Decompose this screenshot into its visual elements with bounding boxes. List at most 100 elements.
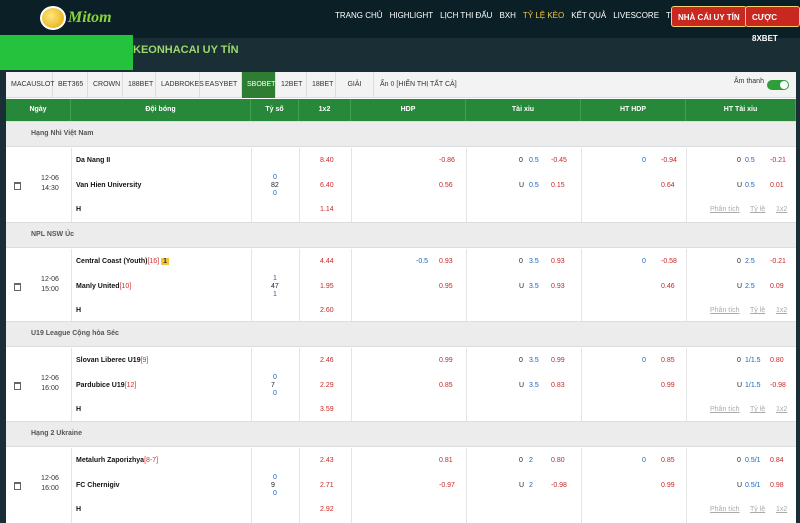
column-divider: [686, 249, 687, 324]
odds-1x2[interactable]: 8.40: [320, 157, 334, 164]
delete-icon[interactable]: [14, 482, 21, 490]
home-team[interactable]: Central Coast (Youth)[16] 1: [76, 258, 170, 265]
bookmaker-tab[interactable]: MACAUSLOT: [6, 72, 55, 98]
delete-icon[interactable]: [14, 182, 21, 190]
delete-icon[interactable]: [14, 382, 21, 390]
ou-odds[interactable]: 0.99: [551, 357, 565, 364]
match-footer-link[interactable]: Tỷ lệ: [750, 406, 765, 413]
column-divider: [251, 348, 252, 423]
column-divider: [686, 448, 687, 523]
nav-item[interactable]: TỶ LỆ KÈO: [523, 11, 564, 20]
ou-odds[interactable]: 0.15: [551, 182, 565, 189]
bet-8xbet-button[interactable]: CƯỢC 8XBET: [745, 6, 800, 43]
match-footer-link[interactable]: 1x2: [776, 307, 787, 314]
away-team[interactable]: FC Chernigiv: [76, 482, 120, 489]
match-footer-link[interactable]: Tỷ lệ: [750, 307, 765, 314]
nav-item[interactable]: LỊCH THI ĐẤU: [440, 11, 492, 20]
bookmaker-tab[interactable]: SBOBET: [242, 72, 276, 98]
odds-1x2[interactable]: 2.60: [320, 307, 334, 314]
bookmaker-tab[interactable]: 12BET: [276, 72, 307, 98]
odds-1x2[interactable]: 2.71: [320, 482, 334, 489]
site-logo[interactable]: Mitom: [40, 2, 122, 34]
hdp-odds[interactable]: 0.85: [439, 382, 453, 389]
ht-ou-odds[interactable]: -0.98: [770, 382, 786, 389]
match-footer-link[interactable]: Tỷ lệ: [750, 506, 765, 513]
odds-1x2[interactable]: 2.43: [320, 457, 334, 464]
ht-hdp-odds[interactable]: -0.58: [661, 258, 677, 265]
match-footer-link[interactable]: Tỷ lệ: [750, 206, 765, 213]
odds-1x2[interactable]: 1.14: [320, 206, 334, 213]
odds-1x2[interactable]: 6.40: [320, 182, 334, 189]
odds-1x2[interactable]: 2.92: [320, 506, 334, 513]
nav-item[interactable]: TRANG CHỦ: [335, 11, 383, 20]
odds-1x2[interactable]: 3.59: [320, 406, 334, 413]
ht-ou-odds[interactable]: 0.09: [770, 283, 784, 290]
match-footer-link[interactable]: 1x2: [776, 206, 787, 213]
away-team[interactable]: Manly United[10]: [76, 283, 131, 290]
hdp-odds[interactable]: 0.81: [439, 457, 453, 464]
ht-hdp-odds[interactable]: 0.99: [661, 482, 675, 489]
hdp-odds[interactable]: 0.99: [439, 357, 453, 364]
nav-item[interactable]: BXH: [499, 11, 515, 20]
ht-hdp-odds[interactable]: 0.85: [661, 357, 675, 364]
ht-hdp-odds[interactable]: 0.99: [661, 382, 675, 389]
ht-ou-odds[interactable]: 0.84: [770, 457, 784, 464]
red-card-badge: 1: [161, 258, 170, 265]
ht-ou-odds[interactable]: -0.21: [770, 157, 786, 164]
hdp-odds[interactable]: 0.93: [439, 258, 453, 265]
match-footer-link[interactable]: Phân tích: [710, 307, 740, 314]
ht-ou-odds[interactable]: 0.80: [770, 357, 784, 364]
match-footer-link[interactable]: 1x2: [776, 506, 787, 513]
hdp-odds[interactable]: 0.95: [439, 283, 453, 290]
nav-item[interactable]: HIGHLIGHT: [390, 11, 434, 20]
hdp-odds[interactable]: -0.86: [439, 157, 455, 164]
draw-label: H: [76, 406, 82, 413]
ou-odds[interactable]: -0.45: [551, 157, 567, 164]
ht-ou-odds[interactable]: -0.21: [770, 258, 786, 265]
bookmaker-tab[interactable]: 188BET: [123, 72, 156, 98]
bookmaker-tab[interactable]: LADBROKES: [156, 72, 204, 98]
bookmaker-tab[interactable]: GIẢI ĐẤU: [336, 72, 374, 114]
odds-1x2[interactable]: 4.44: [320, 258, 334, 265]
ou-odds[interactable]: -0.98: [551, 482, 567, 489]
nav-item[interactable]: LIVESCORE: [613, 11, 659, 20]
trusted-bookmaker-button[interactable]: NHÀ CÁI UY TÍN: [671, 6, 747, 27]
bookmaker-tab[interactable]: BET365: [53, 72, 88, 98]
score-away: 0: [273, 190, 277, 197]
match-footer-link[interactable]: 1x2: [776, 406, 787, 413]
match-date: 12-06: [41, 375, 59, 382]
sound-toggle[interactable]: [767, 80, 789, 90]
bookmaker-tab[interactable]: 18BET: [307, 72, 336, 98]
delete-icon[interactable]: [14, 283, 21, 291]
odds-1x2[interactable]: 2.29: [320, 382, 334, 389]
home-team[interactable]: Metalurh Zaporizhya[8-7]: [76, 457, 158, 464]
nav-item[interactable]: KẾT QUẢ: [571, 11, 606, 20]
hdp-odds[interactable]: 0.56: [439, 182, 453, 189]
show-all-link[interactable]: [HIỂN THỊ TẤT CẢ]: [396, 81, 456, 88]
match-footer-link[interactable]: Phân tích: [710, 206, 740, 213]
ht-ou-odds[interactable]: 0.98: [770, 482, 784, 489]
ht-hdp-odds[interactable]: 0.46: [661, 283, 675, 290]
ou-odds[interactable]: 0.80: [551, 457, 565, 464]
page-title: KEONHACAI UY TÍN: [133, 44, 239, 56]
hdp-odds[interactable]: -0.97: [439, 482, 455, 489]
ht-ou-odds[interactable]: 0.01: [770, 182, 784, 189]
column-divider: [686, 348, 687, 423]
ht-hdp-odds[interactable]: 0.64: [661, 182, 675, 189]
bookmaker-tab[interactable]: EASYBET: [200, 72, 242, 98]
home-team[interactable]: Da Nang II: [76, 157, 110, 164]
ou-odds[interactable]: 0.93: [551, 258, 565, 265]
score-home: 1: [273, 275, 277, 282]
match-footer-link[interactable]: Phân tích: [710, 506, 740, 513]
ht-hdp-odds[interactable]: 0.85: [661, 457, 675, 464]
away-team[interactable]: Pardubice U19[12]: [76, 382, 136, 389]
home-team[interactable]: Slovan Liberec U19[9]: [76, 357, 148, 364]
match-footer-link[interactable]: Phân tích: [710, 406, 740, 413]
bookmaker-tab[interactable]: CROWN: [88, 72, 123, 98]
away-team[interactable]: Van Hien University: [76, 182, 141, 189]
ou-odds[interactable]: 0.83: [551, 382, 565, 389]
odds-1x2[interactable]: 2.46: [320, 357, 334, 364]
ou-odds[interactable]: 0.93: [551, 283, 565, 290]
odds-1x2[interactable]: 1.95: [320, 283, 334, 290]
ht-hdp-odds[interactable]: -0.94: [661, 157, 677, 164]
